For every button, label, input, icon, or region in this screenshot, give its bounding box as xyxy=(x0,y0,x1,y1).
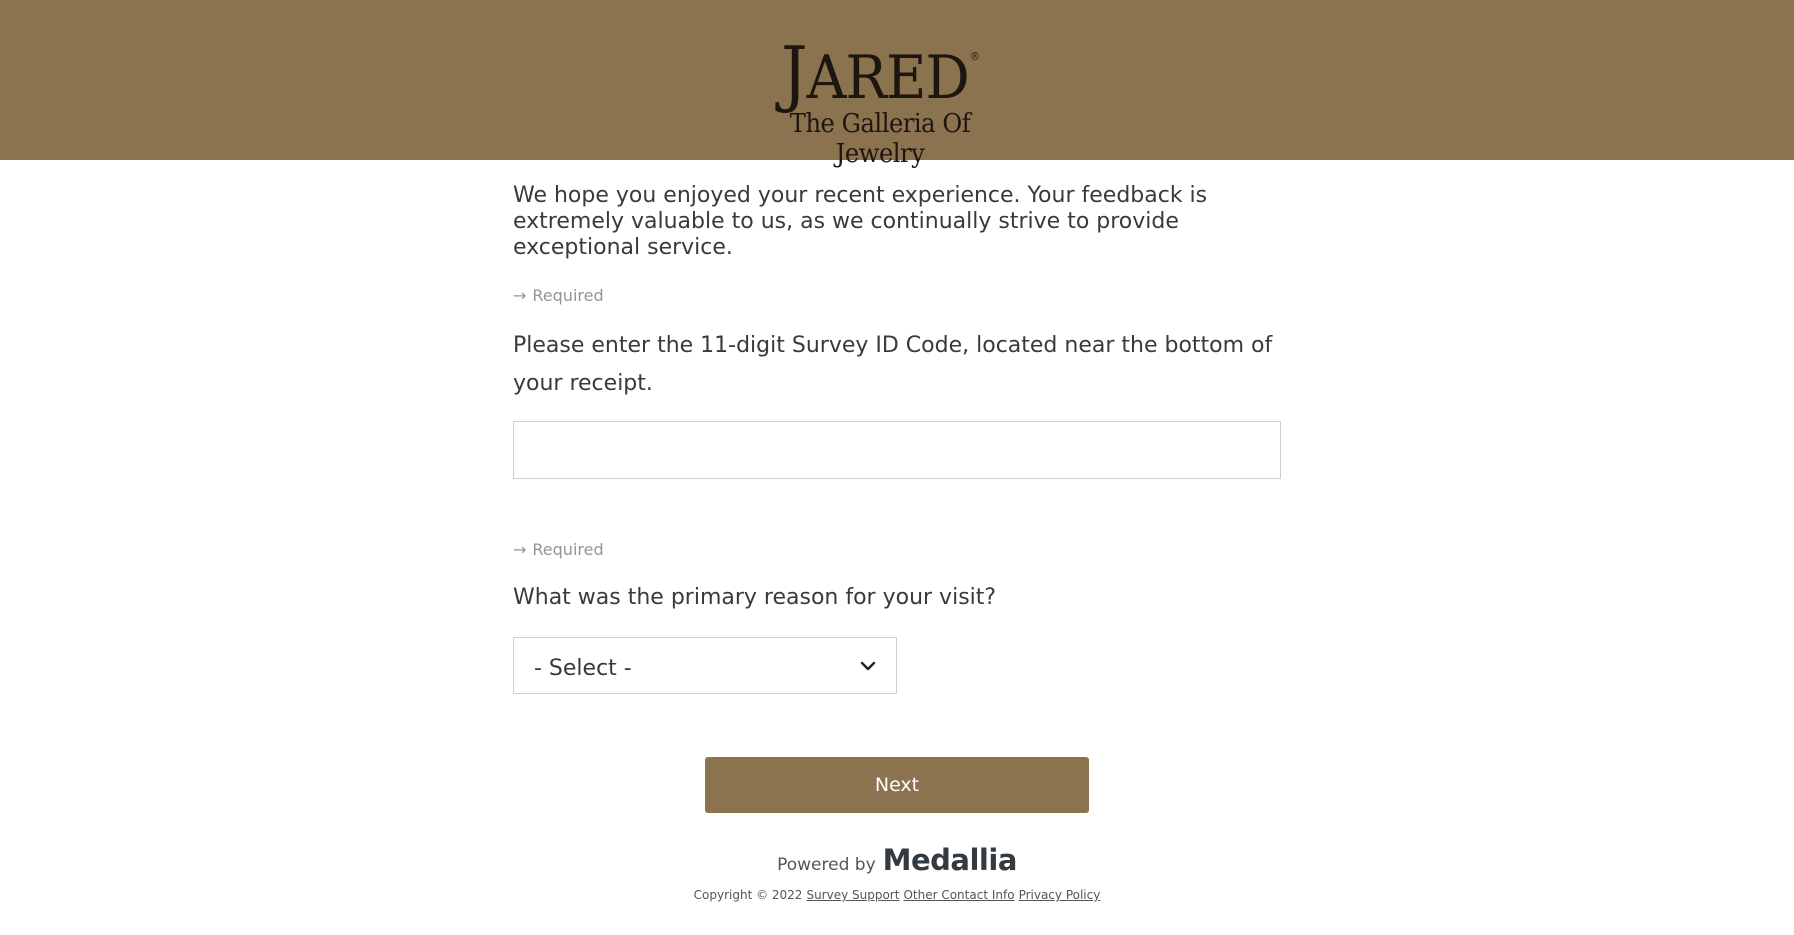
powered-by: Powered by Medallia xyxy=(513,843,1281,877)
survey-id-question: Please enter the 11-digit Survey ID Code… xyxy=(513,333,1273,396)
logo-wordmark: JARED® xyxy=(780,31,980,115)
chevron-down-icon xyxy=(860,661,876,670)
jared-logo: JARED® The Galleria Of Jewelry xyxy=(740,26,1020,169)
copyright-text: Copyright © 2022 xyxy=(693,888,803,902)
required-indicator: → Required xyxy=(513,286,604,305)
arrow-right-icon: → xyxy=(513,540,527,559)
privacy-policy-link[interactable]: Privacy Policy xyxy=(1019,888,1101,902)
other-contact-info-link[interactable]: Other Contact Info xyxy=(903,888,1014,902)
footer: Copyright © 2022 Survey Support Other Co… xyxy=(513,888,1281,902)
medallia-logo: Medallia xyxy=(882,843,1018,877)
arrow-right-icon: → xyxy=(513,286,527,305)
next-button[interactable]: Next xyxy=(705,757,1089,813)
powered-by-text: Powered by xyxy=(777,855,876,875)
logo-subtitle: The Galleria Of Jewelry xyxy=(789,109,971,169)
visit-reason-question: What was the primary reason for your vis… xyxy=(513,585,997,610)
intro-text: We hope you enjoyed your recent experien… xyxy=(513,183,1208,260)
required-indicator: → Required xyxy=(513,540,604,559)
survey-id-input[interactable] xyxy=(513,421,1281,479)
select-value: - Select - xyxy=(534,656,632,681)
survey-support-link[interactable]: Survey Support xyxy=(806,888,899,902)
header-banner: JARED® The Galleria Of Jewelry xyxy=(0,0,1794,169)
visit-reason-select[interactable]: - Select - xyxy=(513,637,897,694)
